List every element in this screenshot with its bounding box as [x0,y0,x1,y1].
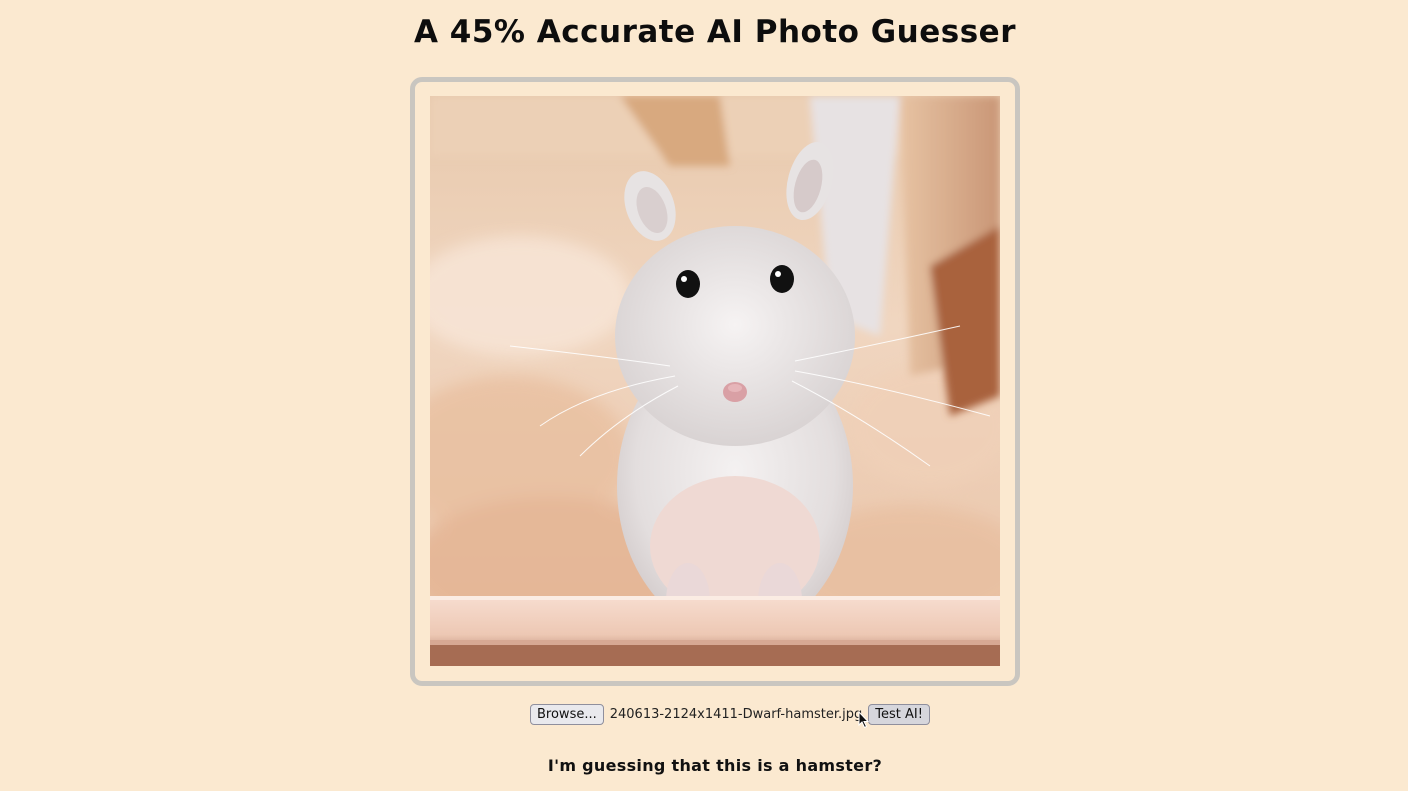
image-frame [410,77,1020,686]
selected-file-name: 240613-2124x1411-Dwarf-hamster.jpg [609,706,863,722]
hamster-image [430,96,1000,666]
test-ai-button[interactable]: Test AI! [868,703,930,725]
page-title: A 45% Accurate AI Photo Guesser [413,14,1016,50]
uploaded-photo [430,96,1000,666]
page: A 45% Accurate AI Photo Guesser Browse..… [0,0,1408,791]
browse-button[interactable]: Browse... [530,703,604,725]
mouse-pointer-icon [858,711,870,729]
guess-result: I'm guessing that this is a hamster? [547,756,883,775]
